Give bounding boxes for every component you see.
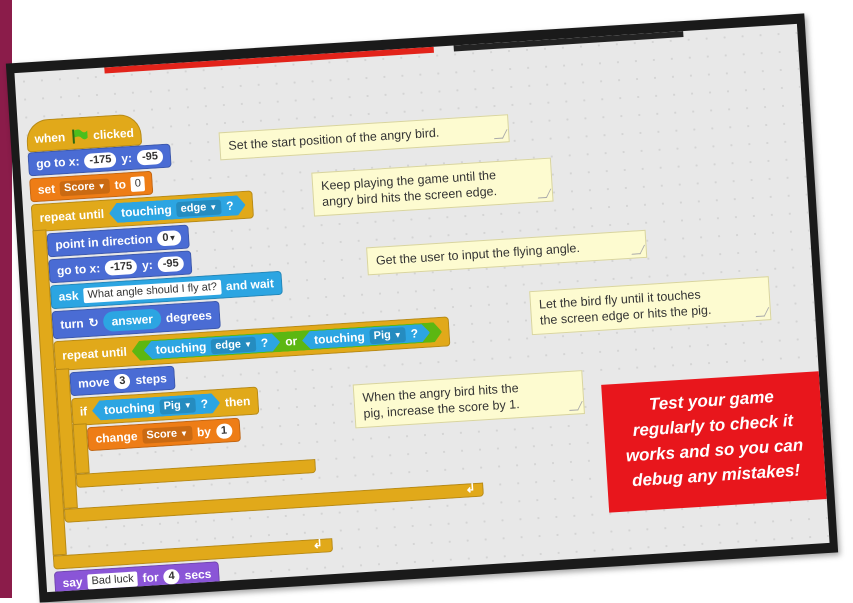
tip-callout-box: Test your game regularly to check it wor… xyxy=(601,371,827,513)
question-mark: ? xyxy=(410,326,419,341)
touching-label: touching xyxy=(120,202,173,220)
touching-target-dropdown[interactable]: edge ▼ xyxy=(176,199,222,217)
point-direction-label: point in direction xyxy=(54,231,153,252)
secs-input[interactable]: 4 xyxy=(163,568,181,585)
top-dark-strip xyxy=(453,31,684,52)
touching-pig-condition[interactable]: touching Pig ▼ ? xyxy=(302,324,431,350)
question-input[interactable]: What angle should I fly at? xyxy=(83,279,222,303)
touching-edge-condition[interactable]: touching edge ▼ ? xyxy=(143,333,281,360)
dropdown-arrow-icon: ▼ xyxy=(183,400,193,410)
repeat-until-2-foot xyxy=(63,482,484,523)
go-to-label: go to x: xyxy=(35,154,80,171)
touching-target-dropdown[interactable]: Pig ▼ xyxy=(369,327,406,344)
variable-dropdown[interactable]: Score ▼ xyxy=(142,425,193,444)
value-input[interactable]: 0 xyxy=(130,175,146,192)
touching-label: touching xyxy=(155,339,207,357)
dropdown-arrow-icon: ▼ xyxy=(243,339,253,349)
if-foot xyxy=(75,458,317,489)
degrees-label: degrees xyxy=(165,308,213,326)
variable-name: Score xyxy=(146,427,178,442)
dropdown-arrow-icon: ▼ xyxy=(97,181,106,191)
when-label: when xyxy=(34,130,66,146)
touching-target: Pig xyxy=(373,328,392,342)
scripts-area: when clicked go to x: -175 y: -95 set Sc… xyxy=(14,23,830,593)
comment-note-increase-score[interactable]: When the angry bird hits the pig, increa… xyxy=(352,370,585,429)
comment-note-start-position[interactable]: Set the start position of the angry bird… xyxy=(218,114,510,161)
for-label: for xyxy=(142,570,160,586)
dropdown-arrow-icon: ▼ xyxy=(179,428,189,438)
y-label: y: xyxy=(120,150,133,166)
by-label: by xyxy=(196,424,212,440)
clicked-label: clicked xyxy=(92,125,135,143)
x-input[interactable]: -175 xyxy=(83,151,117,169)
variable-dropdown[interactable]: Score ▼ xyxy=(59,177,111,196)
touching-label: touching xyxy=(313,329,366,347)
change-label: change xyxy=(95,429,138,446)
rotate-clockwise-icon: ↻ xyxy=(88,315,100,330)
steps-input[interactable]: 3 xyxy=(113,372,131,389)
turn-label: turn xyxy=(59,316,85,332)
if-label: if xyxy=(79,404,88,419)
note-text: Set the start position of the angry bird… xyxy=(227,125,440,153)
y-input[interactable]: -95 xyxy=(157,255,185,272)
touching-edge-condition[interactable]: touching edge ▼ ? xyxy=(109,195,247,224)
y-input[interactable]: -95 xyxy=(136,148,164,166)
touching-target: edge xyxy=(180,200,207,215)
repeat-until-label: repeat until xyxy=(61,344,128,363)
note-text: Get the user to input the flying angle. xyxy=(375,240,581,268)
comment-note-input-angle[interactable]: Get the user to input the flying angle. xyxy=(366,229,648,276)
loop-arrow-icon: ↲ xyxy=(312,536,324,552)
comment-note-keep-playing[interactable]: Keep playing the game until the angry bi… xyxy=(311,157,554,217)
touching-target: Pig xyxy=(163,398,182,412)
answer-reporter[interactable]: answer xyxy=(103,308,162,332)
secs-label: secs xyxy=(184,566,212,583)
top-red-strip xyxy=(104,46,434,74)
screenshot-photo-frame: when clicked go to x: -175 y: -95 set Sc… xyxy=(5,13,839,603)
repeat-until-label: repeat until xyxy=(39,206,105,225)
go-to-label: go to x: xyxy=(56,261,101,278)
comment-note-fly-until[interactable]: Let the bird fly until it touches the sc… xyxy=(529,276,772,336)
then-label: then xyxy=(224,393,251,410)
and-wait-label: and wait xyxy=(225,276,275,294)
dropdown-arrow-icon: ▼ xyxy=(393,329,403,340)
touching-pig-condition[interactable]: touching Pig ▼ ? xyxy=(92,393,221,421)
y-label: y: xyxy=(141,257,154,273)
variable-name: Score xyxy=(63,179,95,194)
green-flag-icon xyxy=(71,129,88,144)
steps-label: steps xyxy=(135,371,168,388)
touching-target: edge xyxy=(214,337,242,352)
touching-target-dropdown[interactable]: Pig ▼ xyxy=(159,397,196,414)
loop-arrow-icon: ↲ xyxy=(464,481,476,496)
touching-target-dropdown[interactable]: edge ▼ xyxy=(211,336,257,354)
question-mark: ? xyxy=(260,335,269,351)
or-label: or xyxy=(284,333,298,349)
to-label: to xyxy=(114,177,127,193)
move-label: move xyxy=(77,374,110,391)
direction-input[interactable]: 0▼ xyxy=(156,229,182,246)
say-text-input[interactable]: Bad luck xyxy=(87,570,139,590)
say-label: say xyxy=(62,574,83,591)
touching-label: touching xyxy=(103,399,156,418)
ask-label: ask xyxy=(58,288,80,304)
question-mark: ? xyxy=(200,396,209,412)
question-mark: ? xyxy=(225,198,234,214)
change-amount-input[interactable]: 1 xyxy=(215,422,233,439)
dropdown-arrow-icon: ▼ xyxy=(168,232,177,243)
dropdown-arrow-icon: ▼ xyxy=(209,202,218,212)
set-label: set xyxy=(37,181,56,197)
x-input[interactable]: -175 xyxy=(104,258,138,276)
